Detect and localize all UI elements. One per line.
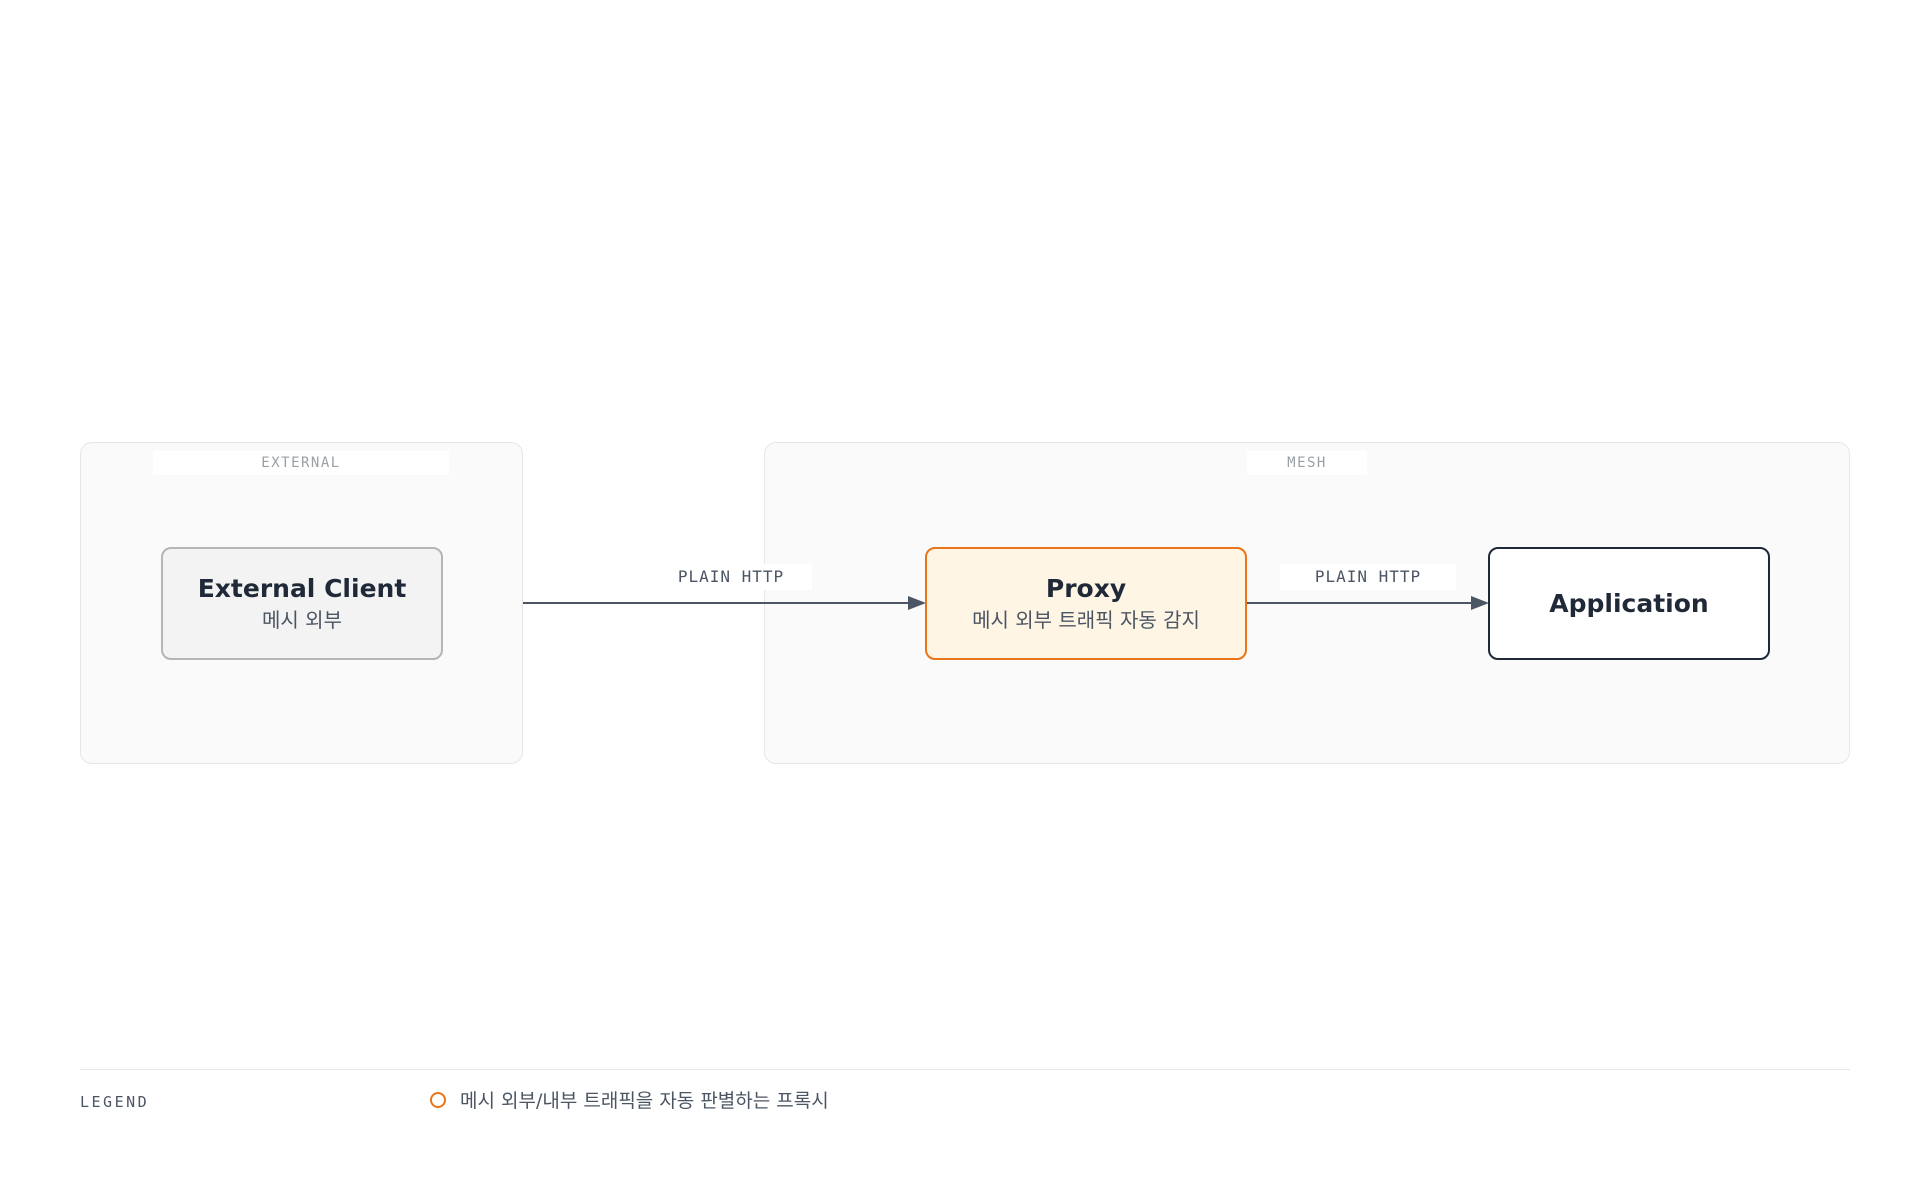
external-client-subtitle: 메시 외부	[262, 607, 342, 632]
application-node: Application	[1488, 547, 1770, 660]
proxy-title: Proxy	[1045, 573, 1127, 603]
edge-label-client-to-proxy: PLAIN HTTP	[650, 564, 812, 590]
proxy-node: Proxy 메시 외부 트래픽 자동 감지	[925, 547, 1247, 660]
legend-item-proxy: 메시 외부/내부 트래픽을 자동 판별하는 프록시	[430, 1086, 829, 1113]
arrowhead-proxy	[908, 596, 926, 610]
legend-item-text: 메시 외부/내부 트래픽을 자동 판별하는 프록시	[460, 1090, 829, 1112]
legend-circle-icon	[430, 1091, 446, 1108]
external-client-node: External Client 메시 외부	[161, 547, 443, 660]
proxy-subtitle: 메시 외부 트래픽 자동 감지	[972, 607, 1200, 632]
legend-divider	[80, 1069, 1850, 1070]
application-title: Application	[1549, 588, 1709, 618]
edge-label-proxy-to-app: PLAIN HTTP	[1280, 564, 1456, 590]
external-client-title: External Client	[197, 573, 407, 603]
legend-title: LEGEND	[80, 1093, 150, 1111]
arrowhead-app	[1471, 596, 1489, 610]
